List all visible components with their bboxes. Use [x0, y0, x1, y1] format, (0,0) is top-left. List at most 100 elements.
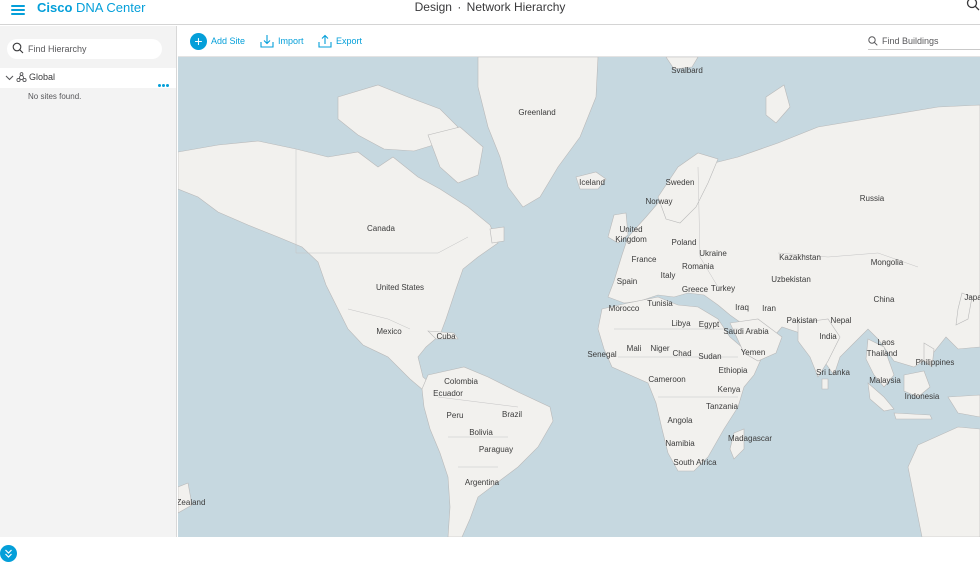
- label-kazakhstan: Kazakhstan: [779, 253, 821, 262]
- search-icon: [12, 42, 24, 54]
- label-zealand: Zealand: [178, 498, 206, 507]
- label-ukraine: Ukraine: [699, 249, 727, 258]
- label-cameroon: Cameroon: [648, 375, 686, 384]
- import-button[interactable]: Import: [260, 32, 304, 50]
- landmass-sri-lanka: [821, 378, 829, 390]
- label-bolivia: Bolivia: [469, 428, 493, 437]
- double-chevron-icon: [5, 549, 12, 558]
- map-toolbar: + Add Site Import Export: [178, 26, 980, 57]
- label-senegal: Senegal: [587, 350, 617, 359]
- label-namibia: Namibia: [665, 439, 695, 448]
- label-niger: Niger: [650, 344, 670, 353]
- import-label: Import: [278, 36, 304, 46]
- label-angola: Angola: [667, 416, 693, 425]
- label-tunisia: Tunisia: [647, 299, 673, 308]
- label-mongolia: Mongolia: [870, 258, 904, 267]
- map-canvas[interactable]: [178, 57, 980, 537]
- label-china: China: [873, 295, 895, 304]
- label-india: India: [819, 332, 837, 341]
- label-uk-2: Kingdom: [615, 235, 647, 244]
- import-icon: [260, 35, 274, 48]
- page-title: Design · Network Hierarchy: [0, 0, 980, 14]
- label-greece: Greece: [681, 285, 709, 294]
- label-sudan: Sudan: [698, 352, 722, 361]
- label-south-africa: South Africa: [673, 458, 717, 467]
- collapse-button[interactable]: [0, 545, 17, 562]
- label-nepal: Nepal: [830, 316, 852, 325]
- export-button[interactable]: Export: [318, 32, 362, 50]
- label-turkey: Turkey: [710, 284, 736, 293]
- landmass-australia: [907, 426, 980, 537]
- landmass-sumatra: [867, 382, 895, 412]
- label-philippines: Philippines: [915, 358, 955, 367]
- more-options-icon[interactable]: [158, 74, 170, 87]
- label-malaysia: Malaysia: [869, 376, 901, 385]
- landmass-baffin: [427, 126, 484, 184]
- plus-icon: +: [190, 32, 207, 50]
- label-iraq: Iraq: [735, 303, 749, 312]
- page-name: Network Hierarchy: [466, 0, 566, 14]
- label-uk-1: United: [619, 225, 643, 234]
- export-icon: [318, 34, 332, 48]
- search-icon[interactable]: [966, 0, 980, 11]
- label-iceland: Iceland: [579, 178, 605, 187]
- label-usa: United States: [375, 283, 425, 292]
- label-italy: Italy: [660, 271, 676, 280]
- label-norway: Norway: [645, 197, 673, 206]
- hierarchy-sidebar: Global No sites found.: [0, 26, 177, 562]
- landmass-java: [893, 412, 933, 420]
- label-canada: Canada: [366, 224, 396, 233]
- label-sweden: Sweden: [665, 178, 695, 187]
- label-cuba: Cuba: [436, 332, 456, 341]
- tree-node-label: Global: [29, 72, 56, 82]
- label-indonesia: Indonesia: [904, 392, 940, 401]
- label-thailand: Thailand: [866, 349, 898, 358]
- label-svalbard: Svalbard: [671, 66, 703, 75]
- add-site-label: Add Site: [211, 36, 246, 46]
- label-poland: Poland: [671, 238, 697, 247]
- title-separator: ·: [457, 0, 462, 14]
- label-japan: Japa: [964, 293, 980, 302]
- label-sri-lanka: Sri Lanka: [816, 368, 850, 377]
- tree-node-global[interactable]: Global: [0, 68, 176, 88]
- label-uzbekistan: Uzbekistan: [771, 275, 811, 284]
- hierarchy-search[interactable]: [7, 39, 162, 59]
- label-saudi-arabia: Saudi Arabia: [723, 327, 769, 336]
- section-name: Design: [414, 0, 452, 14]
- search-icon: [868, 36, 878, 46]
- landmass-new-guinea: [947, 394, 980, 418]
- world-map[interactable]: Svalbard Greenland Iceland Sweden Norway…: [178, 57, 980, 537]
- label-russia: Russia: [859, 194, 885, 203]
- label-peru: Peru: [446, 411, 464, 420]
- hierarchy-icon: [16, 72, 27, 83]
- label-argentina: Argentina: [464, 478, 500, 487]
- label-mali: Mali: [626, 344, 642, 353]
- label-libya: Libya: [671, 319, 691, 328]
- label-yemen: Yemen: [740, 348, 766, 357]
- label-laos: Laos: [877, 338, 895, 347]
- export-label: Export: [336, 36, 363, 46]
- label-ecuador: Ecuador: [433, 389, 463, 398]
- label-chad: Chad: [672, 349, 692, 358]
- label-madagascar: Madagascar: [727, 434, 773, 443]
- landmass-novaya-zemlya: [765, 84, 791, 124]
- label-egypt: Egypt: [698, 320, 720, 329]
- add-site-button[interactable]: + Add Site: [190, 32, 245, 50]
- label-mexico: Mexico: [376, 327, 402, 336]
- hierarchy-search-input[interactable]: [28, 41, 156, 57]
- label-morocco: Morocco: [608, 304, 640, 313]
- landmass-newfoundland: [489, 226, 505, 244]
- label-tanzania: Tanzania: [705, 402, 739, 411]
- empty-message: No sites found.: [28, 92, 82, 101]
- top-header: Cisco DNA Center Design · Network Hierar…: [0, 0, 980, 25]
- label-iran: Iran: [762, 304, 776, 313]
- label-pakistan: Pakistan: [786, 316, 818, 325]
- chevron-down-icon[interactable]: [5, 73, 14, 82]
- label-france: France: [631, 255, 657, 264]
- label-greenland: Greenland: [518, 108, 556, 117]
- label-spain: Spain: [616, 277, 638, 286]
- label-brazil: Brazil: [501, 410, 523, 419]
- landmass-north-america: [178, 140, 499, 402]
- find-buildings-input[interactable]: [882, 33, 978, 48]
- find-buildings-search[interactable]: [868, 32, 980, 50]
